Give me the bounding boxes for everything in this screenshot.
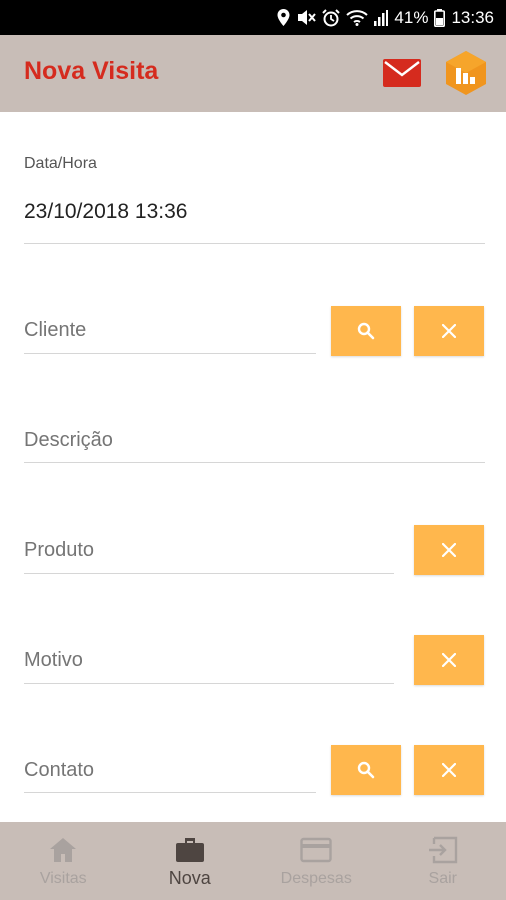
cliente-underline	[24, 353, 316, 354]
close-icon	[442, 763, 456, 777]
close-icon	[442, 543, 456, 557]
app-header: Nova Visita	[0, 35, 506, 112]
datahora-underline	[24, 243, 485, 244]
search-icon	[357, 761, 375, 779]
nav-label-despesas: Despesas	[280, 870, 352, 887]
close-icon	[442, 653, 456, 667]
descricao-input[interactable]	[24, 425, 479, 455]
nav-label-visitas: Visitas	[39, 870, 87, 887]
cliente-clear-button[interactable]	[414, 306, 484, 356]
nav-label-sair: Sair	[428, 870, 457, 887]
credit-card-icon	[300, 837, 332, 863]
app-logo	[444, 50, 488, 96]
produto-underline	[24, 573, 394, 574]
status-bar: 41% 13:36	[0, 0, 506, 35]
motivo-input[interactable]	[24, 645, 389, 675]
nav-label-nova: Nova	[168, 868, 211, 888]
nav-item-sair[interactable]: Sair	[380, 822, 506, 900]
produto-clear-button[interactable]	[414, 525, 484, 575]
mail-button[interactable]	[383, 59, 421, 87]
alarm-icon	[322, 8, 341, 27]
nav-item-despesas[interactable]: Despesas	[253, 822, 380, 900]
datahora-value[interactable]: 23/10/2018 13:36	[24, 200, 188, 224]
status-icons: 41% 13:36	[277, 0, 494, 35]
briefcase-icon	[175, 838, 204, 862]
nav-item-nova[interactable]: Nova	[127, 822, 254, 900]
search-icon	[357, 322, 375, 340]
battery-icon	[434, 8, 446, 27]
descricao-underline	[24, 462, 485, 463]
cliente-search-button[interactable]	[331, 306, 401, 356]
logout-icon	[428, 836, 457, 864]
page-title: Nova Visita	[24, 57, 159, 85]
location-icon	[277, 9, 290, 26]
nav-item-visitas[interactable]: Visitas	[0, 822, 127, 900]
mail-icon[interactable]	[383, 59, 421, 87]
status-time: 13:36	[451, 7, 494, 27]
mute-icon	[296, 9, 317, 26]
home-icon	[50, 838, 77, 862]
signal-icon	[374, 9, 389, 26]
contato-underline	[24, 792, 316, 793]
contato-search-button[interactable]	[331, 745, 401, 795]
bottom-nav: Visitas Nova Despesas Sair	[0, 822, 506, 900]
motivo-underline	[24, 683, 394, 684]
contato-input[interactable]	[24, 755, 314, 785]
datahora-label: Data/Hora	[24, 155, 97, 172]
cliente-input[interactable]	[24, 315, 314, 345]
battery-percent: 41%	[394, 7, 429, 27]
contato-clear-button[interactable]	[414, 745, 484, 795]
motivo-clear-button[interactable]	[414, 635, 484, 685]
wifi-icon	[346, 9, 369, 26]
produto-input[interactable]	[24, 535, 389, 565]
close-icon	[442, 324, 456, 338]
